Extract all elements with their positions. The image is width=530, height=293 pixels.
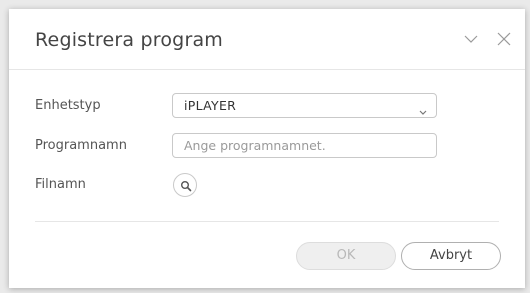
file-search-button[interactable] bbox=[173, 173, 197, 197]
dialog-title: Registrera program bbox=[35, 29, 224, 51]
chevron-down-icon[interactable] bbox=[462, 30, 480, 48]
close-icon[interactable] bbox=[495, 30, 513, 48]
footer-divider bbox=[35, 221, 499, 222]
device-type-value: iPLAYER bbox=[184, 98, 237, 113]
ok-button[interactable]: OK bbox=[296, 242, 396, 270]
file-name-label: Filnamn bbox=[35, 177, 86, 192]
program-name-label: Programnamn bbox=[35, 138, 127, 153]
device-type-label: Enhetstyp bbox=[35, 98, 101, 113]
search-icon bbox=[181, 181, 192, 192]
register-program-dialog: Registrera program Enhetstyp iPLAYER Pro… bbox=[9, 9, 525, 288]
dialog-header: Registrera program bbox=[9, 9, 525, 70]
device-type-select[interactable]: iPLAYER bbox=[172, 93, 437, 118]
chevron-down-icon bbox=[418, 102, 428, 115]
program-name-input[interactable] bbox=[172, 133, 437, 158]
cancel-button[interactable]: Avbryt bbox=[401, 242, 501, 270]
